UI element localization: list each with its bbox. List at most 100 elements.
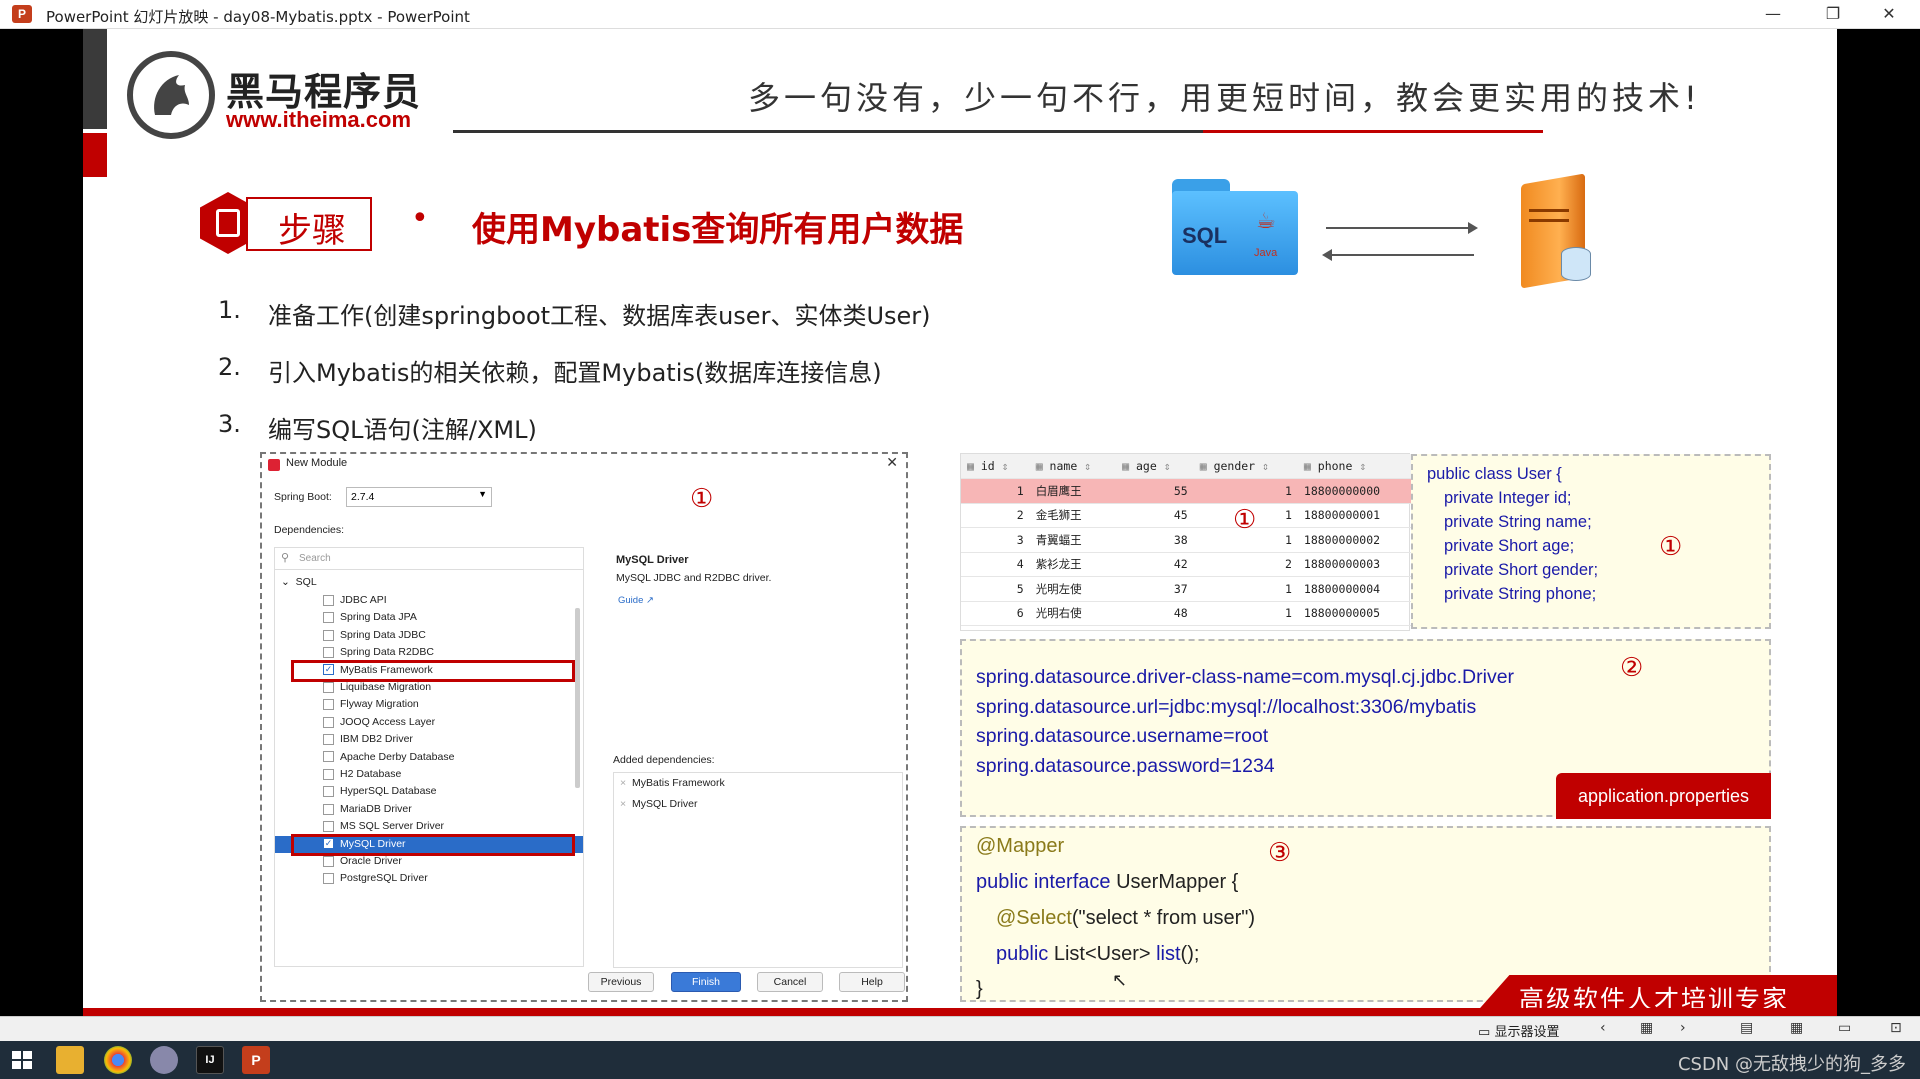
table-cell: 2	[961, 503, 1030, 528]
slide-sorter-icon[interactable]: ▦	[1790, 1020, 1803, 1036]
sort-icon[interactable]: ⇕	[1255, 459, 1269, 473]
checkbox-icon[interactable]	[323, 629, 334, 641]
prev-slide-icon[interactable]: ‹	[1600, 1020, 1606, 1036]
remove-icon[interactable]: ×	[620, 777, 626, 789]
checkbox-icon[interactable]	[323, 855, 334, 867]
spring-boot-select[interactable]: 2.7.4 ▼	[346, 487, 492, 507]
normal-view-icon[interactable]: ▦	[1640, 1020, 1653, 1036]
checkbox-icon[interactable]	[323, 873, 334, 885]
dependency-item[interactable]: Oracle Driver	[275, 853, 583, 870]
minimize-button[interactable]: —	[1750, 0, 1796, 29]
dependency-item[interactable]: H2 Database	[275, 766, 583, 783]
marker-1-entity: ①	[1659, 532, 1683, 562]
checkbox-icon[interactable]	[323, 803, 334, 815]
display-settings-button[interactable]: ▭ 显示器设置	[1478, 1021, 1559, 1040]
application-properties-badge: application.properties	[1556, 773, 1771, 819]
column-header[interactable]: ▦ gender ⇕	[1193, 454, 1298, 479]
monitor-icon: ▭	[1478, 1025, 1491, 1040]
table-row[interactable]: 3 青翼蝠王 38 1 18800000002	[961, 527, 1411, 553]
sort-icon[interactable]: ⇕	[1157, 459, 1171, 473]
table-cell: 48	[1116, 601, 1194, 626]
sort-icon[interactable]: ⇕	[1352, 459, 1366, 473]
list-scrollbar[interactable]	[575, 608, 580, 788]
sql-group[interactable]: ⌄ SQL	[281, 576, 317, 588]
dependency-item[interactable]: ✓ MySQL Driver	[275, 833, 583, 856]
dependency-item[interactable]: JDBC API	[275, 592, 583, 609]
checkbox-icon[interactable]	[323, 681, 334, 693]
reading-view-icon[interactable]: ▤	[1740, 1020, 1753, 1036]
column-header[interactable]: ▦ name ⇕	[1029, 454, 1117, 479]
checkbox-icon[interactable]	[323, 786, 334, 798]
dependency-label: Apache Derby Database	[340, 750, 455, 763]
display-settings-label: 显示器设置	[1494, 1025, 1560, 1040]
file-explorer-icon[interactable]	[56, 1046, 84, 1074]
guide-link[interactable]: Guide ↗	[618, 595, 654, 606]
close-button[interactable]: ✕	[1866, 0, 1912, 29]
cancel-button[interactable]: Cancel	[757, 972, 823, 992]
window-title: PowerPoint 幻灯片放映 - day08-Mybatis.pptx - …	[46, 8, 470, 26]
spring-boot-label: Spring Boot:	[274, 491, 332, 503]
checkbox-icon[interactable]	[323, 751, 334, 763]
dependency-item[interactable]: ✓ MyBatis Framework	[275, 659, 583, 682]
table-row[interactable]: 5 光明左使 37 1 18800000004	[961, 576, 1411, 602]
column-header[interactable]: ▦ id ⇕	[961, 454, 1030, 479]
next-slide-icon[interactable]: ›	[1680, 1020, 1686, 1036]
checkbox-icon[interactable]	[323, 646, 334, 658]
intellij-idea-icon[interactable]: IJ	[196, 1046, 224, 1074]
checkbox-icon[interactable]	[323, 594, 334, 606]
app-icon[interactable]	[150, 1046, 178, 1074]
remove-icon[interactable]: ×	[620, 798, 626, 810]
present-icon[interactable]: ⊡	[1890, 1020, 1902, 1036]
dependency-item[interactable]: IBM DB2 Driver	[275, 731, 583, 748]
table-cell: 55	[1116, 478, 1194, 504]
sort-icon[interactable]: ⇕	[995, 459, 1009, 473]
dependency-item[interactable]: Spring Data JDBC	[275, 627, 583, 644]
dependency-item[interactable]: Flyway Migration	[275, 696, 583, 713]
checkbox-icon[interactable]	[323, 612, 334, 624]
finish-button[interactable]: Finish	[671, 972, 741, 992]
dependency-label: Liquibase Migration	[340, 681, 432, 693]
window-titlebar: P PowerPoint 幻灯片放映 - day08-Mybatis.pptx …	[0, 0, 1920, 29]
sql-group-label: SQL	[295, 576, 317, 588]
previous-button[interactable]: Previous	[588, 972, 654, 992]
table-cell: 38	[1116, 527, 1194, 553]
slideshow-icon[interactable]: ▭	[1838, 1020, 1851, 1036]
dependency-item[interactable]: JOOQ Access Layer	[275, 714, 583, 731]
checkbox-icon[interactable]	[323, 716, 334, 728]
table-row[interactable]: 4 紫衫龙王 42 2 18800000003	[961, 552, 1411, 577]
column-header[interactable]: ▦ age ⇕	[1116, 454, 1194, 479]
powerpoint-icon[interactable]: P	[242, 1046, 270, 1074]
table-row[interactable]: 1 白眉鹰王 55 1 18800000000	[961, 478, 1411, 504]
table-row[interactable]: 6 光明右使 48 1 18800000005	[961, 601, 1411, 626]
select-line: @Select("select * from user")	[996, 907, 1255, 930]
column-icon: ▦	[1303, 459, 1318, 473]
checkbox-icon[interactable]	[323, 768, 334, 780]
step-2-number: 2.	[218, 353, 241, 381]
table-cell: 18800000004	[1297, 576, 1411, 602]
column-header[interactable]: ▦ phone ⇕	[1297, 454, 1411, 479]
table-cell: 1	[1193, 601, 1298, 626]
dependency-label: Spring Data JPA	[340, 611, 417, 624]
checkbox-icon[interactable]	[323, 820, 334, 832]
dependency-item[interactable]: PostgreSQL Driver	[275, 870, 583, 887]
dependency-item[interactable]: Apache Derby Database	[275, 749, 583, 766]
column-icon: ▦	[1122, 459, 1136, 473]
dependency-item[interactable]: HyperSQL Database	[275, 783, 583, 800]
windows-start-icon[interactable]	[8, 1046, 36, 1074]
dependency-search[interactable]: ⚲ Search	[275, 548, 583, 570]
table-cell: 1	[1193, 478, 1298, 504]
step-3-text: 编写SQL语句(注解/XML)	[268, 416, 537, 444]
chrome-icon[interactable]	[104, 1046, 132, 1074]
watermark: CSDN @无敌拽少的狗_多多	[1677, 1054, 1906, 1075]
checkbox-icon[interactable]	[323, 699, 334, 711]
checkbox-icon[interactable]	[323, 733, 334, 745]
sort-icon[interactable]: ⇕	[1077, 459, 1091, 473]
dialog-close-icon[interactable]: ✕	[886, 454, 898, 471]
dependency-item[interactable]: MariaDB Driver	[275, 801, 583, 818]
dependency-item[interactable]: Liquibase Migration	[275, 679, 583, 696]
table-row[interactable]: 2 金毛狮王 45 1 18800000001	[961, 503, 1411, 528]
dependency-item[interactable]: Spring Data JPA	[275, 609, 583, 626]
help-button[interactable]: Help	[839, 972, 905, 992]
column-icon: ▦	[967, 459, 981, 473]
restore-button[interactable]: ❐	[1810, 0, 1856, 29]
